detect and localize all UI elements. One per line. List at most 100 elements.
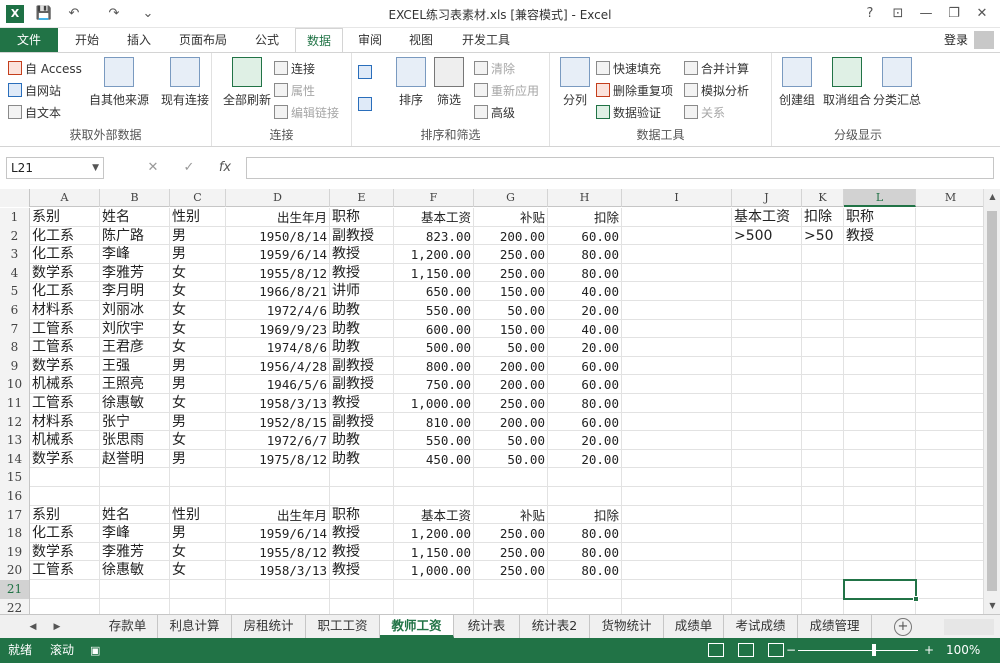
cell-m21[interactable] [916,580,986,599]
advanced-filter-button[interactable]: 高级 [474,103,515,123]
cell-j16[interactable] [732,487,802,506]
cell-d19[interactable]: 1955/8/12 [226,542,330,562]
cell-i11[interactable] [622,394,732,413]
cell-g17[interactable]: 补贴 [474,505,548,525]
cell-j22[interactable] [732,598,802,614]
cell-l10[interactable] [844,375,916,394]
page-break-view-icon[interactable] [768,643,784,657]
cell-k5[interactable] [802,282,844,301]
cell-d11[interactable]: 1958/3/13 [226,394,330,413]
cell-i1[interactable] [622,208,732,227]
column-header-k[interactable]: K [802,189,844,207]
cell-j18[interactable] [732,524,802,543]
zoom-level[interactable]: 100% [946,638,980,663]
cell-i2[interactable] [622,226,732,246]
cell-l1[interactable]: 职称 [844,208,916,227]
cell-c1[interactable]: 性别 [170,208,226,227]
column-header-j[interactable]: J [732,189,802,207]
cell-a3[interactable]: 化工系 [30,245,100,264]
cell-a17[interactable]: 系别 [30,505,100,525]
cell-g13[interactable]: 50.00 [474,431,548,450]
cell-g14[interactable]: 50.00 [474,449,548,469]
cell-b17[interactable]: 姓名 [100,505,170,525]
cell-i9[interactable] [622,356,732,376]
cell-c6[interactable]: 女 [170,301,226,320]
cell-h22[interactable] [548,598,622,614]
cell-f6[interactable]: 550.00 [394,301,474,320]
cell-a9[interactable]: 数学系 [30,356,100,376]
cell-c3[interactable]: 男 [170,245,226,264]
macro-record-icon[interactable]: ▣ [90,638,100,663]
cell-f3[interactable]: 1,200.00 [394,245,474,264]
tab-developer[interactable]: 开发工具 [452,28,520,52]
cell-b6[interactable]: 刘丽冰 [100,301,170,320]
cell-g18[interactable]: 250.00 [474,524,548,543]
insert-function-icon[interactable]: fx [212,157,238,179]
sheet-tab[interactable]: 利息计算 [158,615,232,638]
cell-c16[interactable] [170,487,226,506]
cell-g1[interactable]: 补贴 [474,208,548,227]
cell-e1[interactable]: 职称 [330,208,394,227]
cell-h15[interactable] [548,468,622,487]
zoom-slider-knob[interactable] [872,644,876,656]
cell-h20[interactable]: 80.00 [548,561,622,580]
cell-e11[interactable]: 教授 [330,394,394,413]
sort-ascending-button[interactable] [358,63,375,83]
cell-i8[interactable] [622,338,732,357]
cell-j12[interactable] [732,412,802,432]
cell-b3[interactable]: 李峰 [100,245,170,264]
cell-g21[interactable] [474,580,548,599]
cell-m10[interactable] [916,375,986,394]
cell-d6[interactable]: 1972/4/6 [226,301,330,320]
cell-a2[interactable]: 化工系 [30,226,100,246]
row-header[interactable]: 5 [0,282,30,301]
account-icon[interactable] [974,31,994,49]
row-header[interactable]: 10 [0,375,30,394]
cell-h4[interactable]: 80.00 [548,263,622,283]
cell-b19[interactable]: 李雅芳 [100,542,170,562]
help-button[interactable]: ? [858,4,882,24]
cell-m1[interactable] [916,208,986,227]
subtotal-button[interactable]: 分类汇总 [866,57,928,108]
cell-i12[interactable] [622,412,732,432]
cell-b22[interactable] [100,598,170,614]
cell-l15[interactable] [844,468,916,487]
cell-m2[interactable] [916,226,986,246]
cell-j11[interactable] [732,394,802,413]
cell-d17[interactable]: 出生年月 [226,505,330,525]
cell-b9[interactable]: 王强 [100,356,170,376]
cell-j2[interactable]: >500 [732,226,802,246]
cell-d15[interactable] [226,468,330,487]
cell-l2[interactable]: 教授 [844,226,916,246]
cell-k13[interactable] [802,431,844,450]
row-header[interactable]: 9 [0,356,30,376]
cell-j9[interactable] [732,356,802,376]
cell-a15[interactable] [30,468,100,487]
cell-f16[interactable] [394,487,474,506]
sheet-tab[interactable]: 货物统计 [590,615,664,638]
cell-a18[interactable]: 化工系 [30,524,100,543]
normal-view-icon[interactable] [708,643,724,657]
cell-f4[interactable]: 1,150.00 [394,263,474,283]
cell-l3[interactable] [844,245,916,264]
cell-c10[interactable]: 男 [170,375,226,394]
cell-k1[interactable]: 扣除 [802,208,844,227]
cell-e5[interactable]: 讲师 [330,282,394,301]
cell-j3[interactable] [732,245,802,264]
cell-j5[interactable] [732,282,802,301]
column-header-b[interactable]: B [100,189,170,207]
cell-e14[interactable]: 助教 [330,449,394,469]
tab-file[interactable]: 文件 [0,28,58,52]
cell-e2[interactable]: 副教授 [330,226,394,246]
cell-m11[interactable] [916,394,986,413]
sheet-tab[interactable]: 教师工资 [380,615,454,638]
cell-j6[interactable] [732,301,802,320]
tab-review[interactable]: 审阅 [348,28,392,52]
row-header[interactable]: 11 [0,394,30,413]
cell-e8[interactable]: 助教 [330,338,394,357]
tab-formulas[interactable]: 公式 [244,28,290,52]
cell-c4[interactable]: 女 [170,263,226,283]
cell-b5[interactable]: 李月明 [100,282,170,301]
add-sheet-icon[interactable]: + [894,618,912,636]
cell-m5[interactable] [916,282,986,301]
